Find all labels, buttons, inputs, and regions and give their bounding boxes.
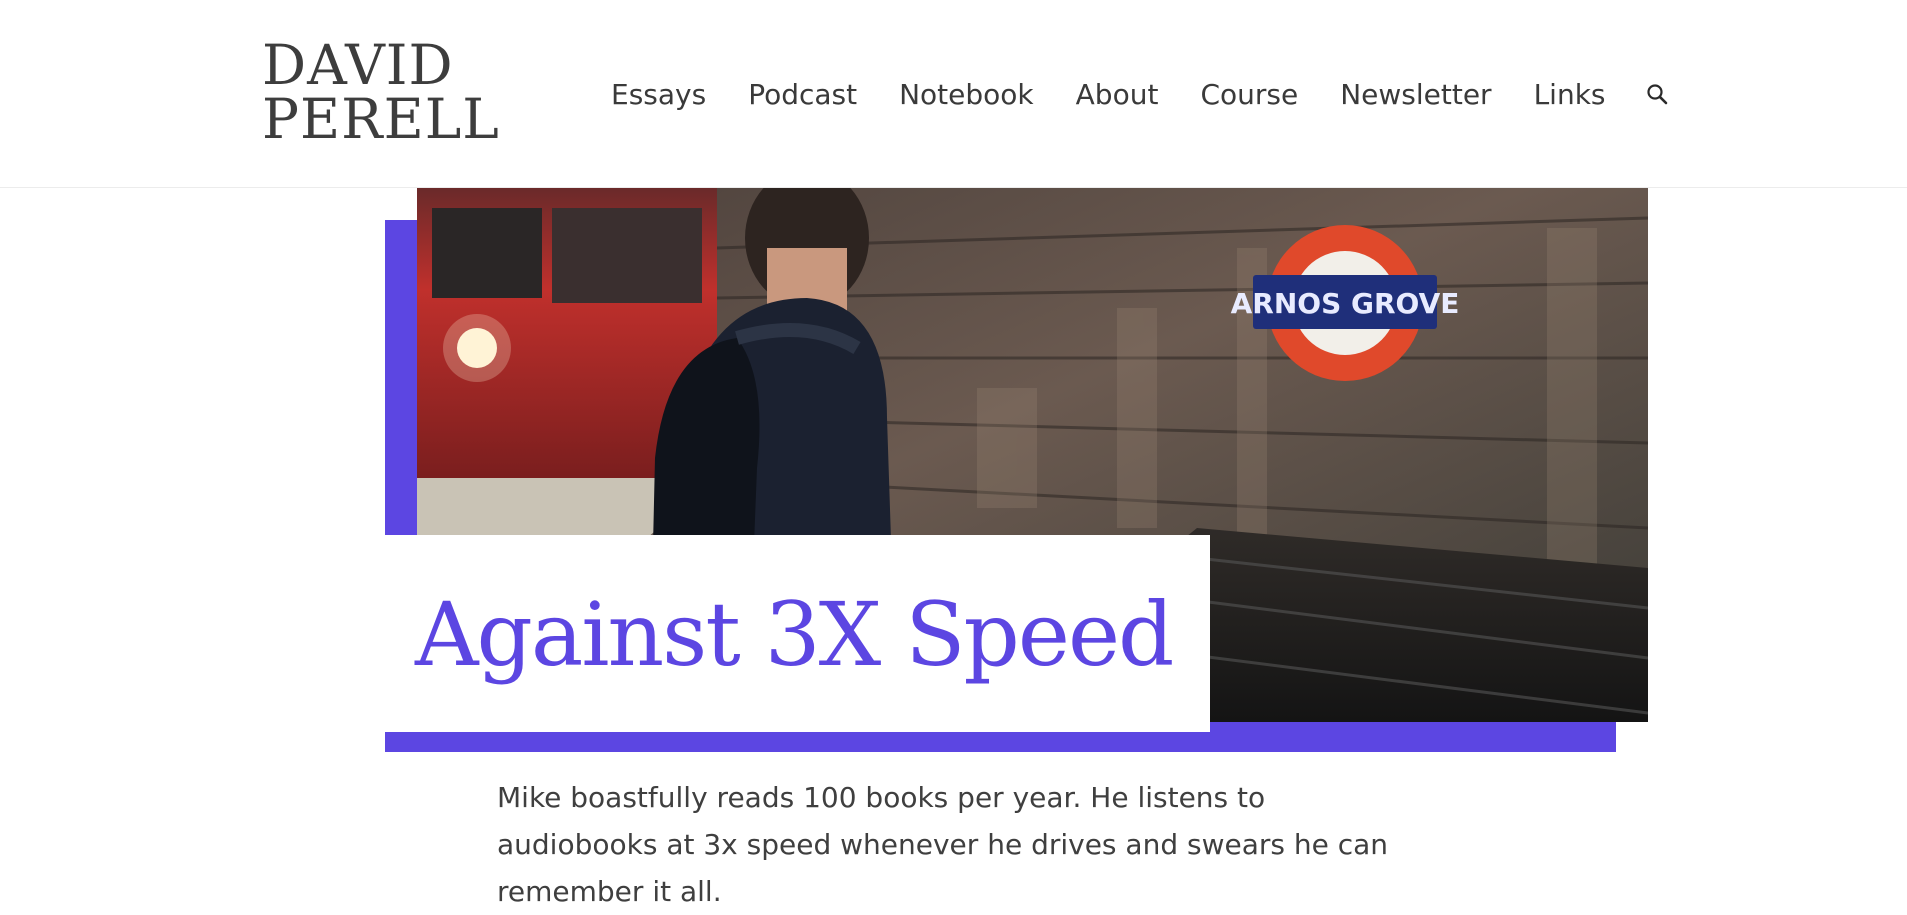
site-header: DAVID PERELL Essays Podcast Notebook Abo… xyxy=(0,0,1907,188)
title-card: Against 3X Speed xyxy=(385,535,1210,732)
article-intro: Mike boastfully reads 100 books per year… xyxy=(497,781,1389,908)
nav-item-notebook[interactable]: Notebook xyxy=(899,78,1034,111)
nav-item-course[interactable]: Course xyxy=(1200,78,1298,111)
search-button[interactable] xyxy=(1644,81,1670,107)
nav-item-newsletter[interactable]: Newsletter xyxy=(1340,78,1491,111)
nav-item-essays[interactable]: Essays xyxy=(611,78,706,111)
logo-line-1: DAVID xyxy=(262,33,454,97)
nav-item-about[interactable]: About xyxy=(1076,78,1159,111)
article-title: Against 3X Speed xyxy=(415,583,1174,686)
search-icon xyxy=(1646,84,1667,105)
main-nav: Essays Podcast Notebook About Course New… xyxy=(611,72,1670,116)
site-logo[interactable]: DAVID PERELL xyxy=(262,33,500,151)
station-sign-text: ARNOS GROVE xyxy=(1231,287,1460,320)
logo-line-2: PERELL xyxy=(262,87,500,151)
hero-accent-bar-left xyxy=(385,220,418,535)
nav-item-podcast[interactable]: Podcast xyxy=(748,78,857,111)
nav-item-links[interactable]: Links xyxy=(1534,78,1606,111)
